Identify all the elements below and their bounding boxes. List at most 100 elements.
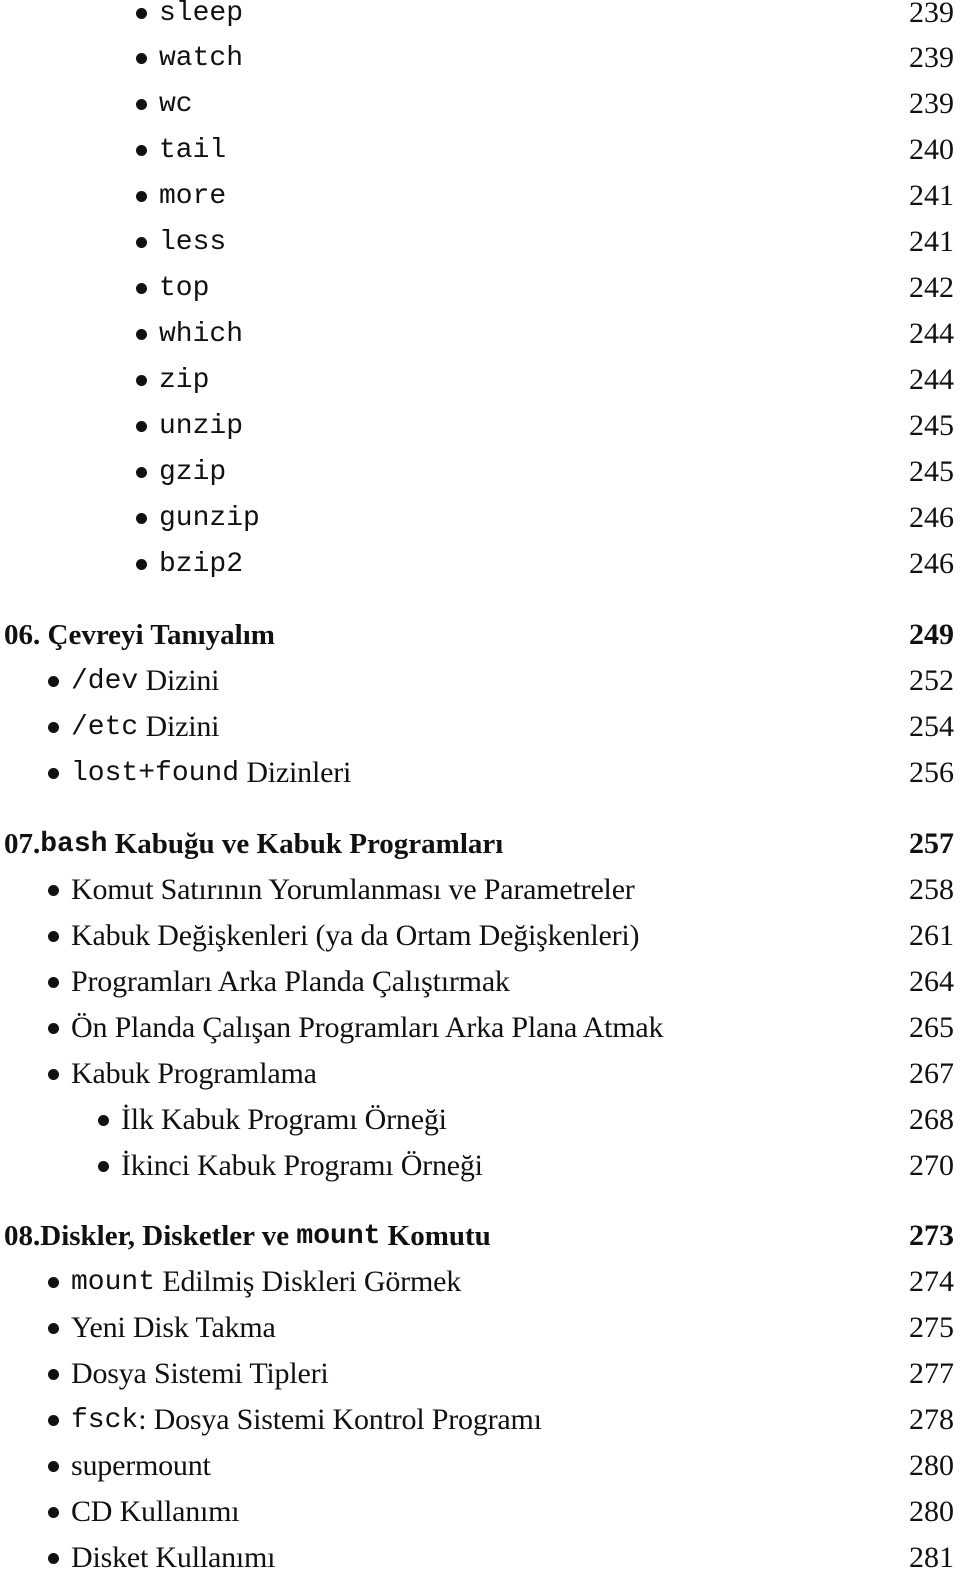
- bullet-icon: [48, 1022, 59, 1034]
- page-number: 244: [909, 317, 954, 350]
- bullet-icon: [136, 236, 147, 248]
- entry-text: Edilmiş Diskleri Görmek: [155, 1265, 462, 1298]
- toc-entry[interactable]: Kabuk Programlama 267: [0, 1051, 960, 1097]
- page-number: 241: [909, 179, 954, 212]
- entry-code: unzip: [159, 410, 244, 442]
- page-number: 280: [909, 1449, 954, 1482]
- bullet-icon: [136, 374, 147, 386]
- toc-entry[interactable]: Kabuk Değişkenleri (ya da Ortam Değişken…: [0, 913, 960, 959]
- page-number: 281: [909, 1541, 954, 1574]
- bullet-icon: [136, 7, 147, 19]
- entry-text: Ön Planda Çalışan Programları Arka Plana…: [71, 1011, 664, 1044]
- entry-text: Disket Kullanımı: [71, 1541, 276, 1574]
- chapter-heading[interactable]: 08. Diskler, Disketler ve mount Komutu 2…: [0, 1213, 960, 1259]
- toc-entry: gunzip 246: [0, 495, 960, 541]
- page-number: 258: [909, 873, 954, 906]
- toc-entry[interactable]: /dev Dizini 252: [0, 658, 960, 704]
- page-number: 274: [909, 1265, 954, 1298]
- page-number: 240: [909, 133, 954, 166]
- toc-entry: watch 239: [0, 35, 960, 81]
- entry-code: which: [159, 318, 244, 350]
- entry-code: top: [159, 272, 210, 304]
- toc-entry[interactable]: Yeni Disk Takma 275: [0, 1305, 960, 1351]
- bullet-icon: [98, 1160, 109, 1172]
- bullet-icon: [48, 1552, 59, 1564]
- entry-code: more: [159, 180, 227, 212]
- chapter-heading[interactable]: 06. Çevreyi Tanıyalım 249: [0, 612, 960, 658]
- bullet-icon: [48, 930, 59, 942]
- bullet-icon: [98, 1114, 109, 1126]
- chapter-title-pre: Diskler, Disketler ve: [40, 1219, 297, 1252]
- bullet-icon: [136, 190, 147, 202]
- entry-code: less: [159, 226, 227, 258]
- toc-entry: less 241: [0, 219, 960, 265]
- entry-text: Dizini: [138, 710, 220, 743]
- page-number: 242: [909, 271, 954, 304]
- entry-code: bzip2: [159, 548, 244, 580]
- toc-entry: gzip 245: [0, 449, 960, 495]
- toc-entry: which 244: [0, 311, 960, 357]
- toc-entry: zip 244: [0, 357, 960, 403]
- entry-text: CD Kullanımı: [71, 1495, 240, 1528]
- toc-entry[interactable]: Komut Satırının Yorumlanması ve Parametr…: [0, 867, 960, 913]
- toc-entry: top 242: [0, 265, 960, 311]
- bullet-icon: [48, 1068, 59, 1080]
- entry-code: gunzip: [159, 502, 260, 534]
- page-number: 270: [909, 1149, 954, 1182]
- bullet-icon: [136, 558, 147, 570]
- chapter-title: Komutu: [380, 1219, 491, 1252]
- entry-text: supermount: [71, 1449, 211, 1482]
- bullet-icon: [136, 144, 147, 156]
- entry-text: Yeni Disk Takma: [71, 1311, 276, 1344]
- toc-subentry[interactable]: İlk Kabuk Programı Örneği 268: [0, 1097, 960, 1143]
- entry-text: İkinci Kabuk Programı Örneği: [121, 1149, 483, 1182]
- page-number: 264: [909, 965, 954, 998]
- toc-entry[interactable]: /etc Dizini 254: [0, 704, 960, 750]
- page-number: 244: [909, 363, 954, 396]
- toc-entry[interactable]: Disket Kullanımı 281: [0, 1535, 960, 1581]
- toc-entry[interactable]: Programları Arka Planda Çalıştırmak 264: [0, 959, 960, 1005]
- toc-entry[interactable]: supermount 280: [0, 1443, 960, 1489]
- entry-code: mount: [71, 1266, 156, 1298]
- bullet-icon: [48, 976, 59, 988]
- entry-code: watch: [159, 42, 244, 74]
- bullet-icon: [136, 420, 147, 432]
- chapter-number: 07.: [4, 827, 41, 860]
- entry-code: fsck: [71, 1404, 139, 1436]
- page-number: 273: [909, 1219, 954, 1252]
- entry-text: Dosya Sistemi Tipleri: [71, 1357, 329, 1390]
- entry-code: lost+found: [71, 757, 240, 789]
- page-number: 239: [909, 0, 954, 29]
- page-number: 265: [909, 1011, 954, 1044]
- toc-entry[interactable]: mount Edilmiş Diskleri Görmek 274: [0, 1259, 960, 1305]
- page-number: 280: [909, 1495, 954, 1528]
- toc-entry[interactable]: CD Kullanımı 280: [0, 1489, 960, 1535]
- page-number: 241: [909, 225, 954, 258]
- chapter-number: 08.: [4, 1219, 41, 1252]
- entry-text: Kabuk Değişkenleri (ya da Ortam Değişken…: [71, 919, 640, 952]
- bullet-icon: [136, 52, 147, 64]
- page-number: 268: [909, 1103, 954, 1136]
- page-number: 277: [909, 1357, 954, 1390]
- bullet-icon: [136, 98, 147, 110]
- page-number: 252: [909, 664, 954, 697]
- entry-code: sleep: [159, 0, 244, 29]
- toc-entry[interactable]: lost+found Dizinleri 256: [0, 750, 960, 796]
- entry-code: /dev: [71, 665, 139, 697]
- bullet-icon: [48, 1506, 59, 1518]
- bullet-icon: [48, 721, 59, 733]
- bullet-icon: [136, 512, 147, 524]
- page-number: 245: [909, 409, 954, 442]
- page-number: 246: [909, 501, 954, 534]
- page-number: 256: [909, 756, 954, 789]
- toc-entry[interactable]: Dosya Sistemi Tipleri 277: [0, 1351, 960, 1397]
- page-number: 246: [909, 547, 954, 580]
- page-number: 245: [909, 455, 954, 488]
- toc-entry[interactable]: Ön Planda Çalışan Programları Arka Plana…: [0, 1005, 960, 1051]
- toc-subentry[interactable]: İkinci Kabuk Programı Örneği 270: [0, 1143, 960, 1189]
- bullet-icon: [48, 884, 59, 896]
- toc-entry: wc 239: [0, 81, 960, 127]
- bullet-icon: [136, 466, 147, 478]
- toc-entry[interactable]: fsck: Dosya Sistemi Kontrol Programı 278: [0, 1397, 960, 1443]
- chapter-heading[interactable]: 07. bash Kabuğu ve Kabuk Programları 257: [0, 821, 960, 867]
